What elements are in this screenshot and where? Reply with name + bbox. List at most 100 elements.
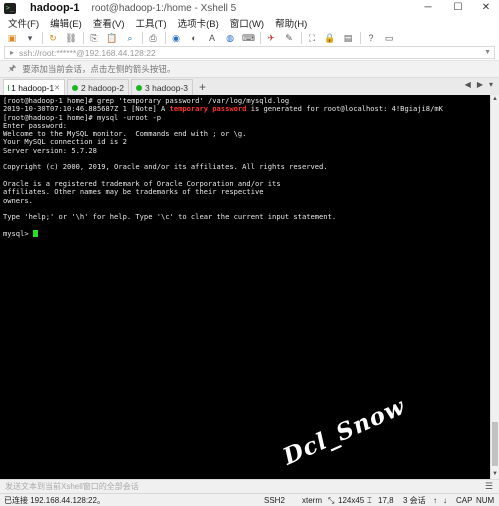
protocol-status: SSH2 [264, 496, 285, 505]
find-icon[interactable]: ⌕ [124, 32, 136, 44]
toolbar-separator [360, 32, 361, 44]
terminal-line: owners. [3, 195, 33, 205]
scroll-thumb[interactable] [492, 422, 498, 466]
session-arrow-icon[interactable]: ▸ [5, 48, 19, 57]
lock-icon[interactable]: 🔒 [324, 32, 336, 44]
status-dot-icon [136, 84, 142, 91]
properties-icon[interactable]: ◉ [170, 32, 182, 44]
font-icon[interactable]: A [206, 32, 218, 44]
compose-input[interactable]: 发送文本到当前Xshell窗口的全部会话 [5, 481, 139, 492]
title-bar: >_ hadoop-1 root@hadoop-1:/home - Xshell… [0, 0, 499, 16]
mysql-prompt-line[interactable]: mysql> [3, 228, 487, 238]
close-button[interactable]: ✕ [473, 0, 499, 16]
reconnect-icon[interactable]: ↻ [47, 32, 59, 44]
scroll-down-icon[interactable]: ▼ [491, 470, 499, 479]
window-title: hadoop-1 [30, 2, 80, 14]
resize-icon: ⤡ [328, 496, 335, 505]
toolbar-separator [260, 32, 261, 44]
menu-file[interactable]: 文件(F) [8, 16, 39, 30]
highlighted-text: temporary password [169, 104, 247, 114]
sessions-status: 3 会话 [403, 496, 426, 505]
pin-icon: 🖈 [8, 63, 17, 73]
tab-close-icon[interactable]: ✕ [54, 84, 60, 92]
tab-label: 1 hadoop-1 [11, 82, 55, 93]
num-lock-status: NUM [476, 496, 495, 505]
window-controls: ─ ☐ ✕ [413, 0, 499, 16]
terminal-cursor [32, 229, 38, 237]
disconnect-icon[interactable]: ⛓ [65, 32, 77, 44]
terminal-output[interactable]: [root@hadoop-1 home]# grep 'temporary pa… [0, 95, 490, 479]
menu-edit[interactable]: 编辑(E) [50, 16, 82, 30]
tab-next-icon[interactable]: ▶ [477, 80, 483, 89]
fullscreen-icon[interactable]: ⛶ [306, 32, 318, 44]
script-icon[interactable]: ✎ [283, 32, 295, 44]
toolbar-separator [42, 32, 43, 44]
menu-tools[interactable]: 工具(T) [135, 16, 166, 30]
menu-tab[interactable]: 选项卡(B) [178, 16, 219, 30]
menu-icon[interactable]: ☰ [485, 481, 493, 492]
copy-icon[interactable]: ⎘ [88, 32, 100, 44]
options-icon[interactable]: ▭ [383, 32, 395, 44]
minimize-button[interactable]: ─ [413, 0, 443, 16]
tab-bar: 1 hadoop-1 ✕ 2 hadoop-2 3 hadoop-3 + ◀ ▶… [0, 77, 499, 95]
terminal-line: Copyright (c) 2000, 2019, Oracle and/or … [3, 162, 328, 172]
info-text: 要添加当前会话，点击左侧的箭头按钮。 [22, 64, 176, 74]
tab-hadoop-2[interactable]: 2 hadoop-2 [67, 79, 129, 95]
terminal-size-status: 124x45 [338, 496, 365, 505]
toolbar-separator [301, 32, 302, 44]
menu-window[interactable]: 窗口(W) [230, 16, 264, 30]
compose-icon[interactable]: ▤ [342, 32, 354, 44]
menu-bar: 文件(F) 编辑(E) 查看(V) 工具(T) 选项卡(B) 窗口(W) 帮助(… [0, 16, 499, 30]
cursor-position-status: 17,8 [378, 496, 394, 505]
tab-navigation: ◀ ▶ ▾ [465, 80, 493, 89]
toolbar-separator [142, 32, 143, 44]
status-bar: 已连接 192.168.44.128:22。 SSH2 xterm ⤡ 124x… [0, 493, 499, 506]
caps-lock-status: CAP [456, 496, 473, 505]
scroll-up-icon[interactable]: ▲ [491, 95, 499, 104]
toolbar-separator [165, 32, 166, 44]
compose-bar[interactable]: 发送文本到当前Xshell窗口的全部会话 ☰ [0, 479, 499, 493]
color-scheme-icon[interactable]: ◐ [188, 32, 200, 44]
terminal-text: is generated for root@localhost: 4!Bgiaj… [246, 104, 443, 114]
upload-icon: ↑ [433, 496, 437, 505]
globe-icon[interactable]: ◍ [224, 32, 236, 44]
menu-view[interactable]: 查看(V) [93, 16, 125, 30]
mysql-prompt: mysql> [3, 228, 33, 238]
keyboard-icon[interactable]: ⌨ [242, 32, 255, 44]
terminal-line: Type 'help;' or '\h' for help. Type '\c'… [3, 212, 337, 222]
vertical-scrollbar[interactable]: ▲ ▼ [490, 95, 499, 479]
new-tab-icon[interactable]: + [199, 79, 206, 95]
menu-help[interactable]: 帮助(H) [275, 16, 307, 30]
tab-list-icon[interactable]: ▾ [489, 80, 493, 89]
address-bar[interactable]: ▸ ssh://root:******@192.168.44.128:22 ▼ [4, 46, 495, 59]
print-icon[interactable]: ⎙ [147, 32, 159, 44]
tab-label: 2 hadoop-2 [81, 82, 125, 93]
connection-status: 已连接 192.168.44.128:22。 [4, 496, 105, 505]
status-dot-icon [72, 84, 78, 91]
help-icon[interactable]: ? [365, 32, 377, 44]
info-bar: 🖈 要添加当前会话，点击左侧的箭头按钮。 [0, 60, 499, 77]
chevron-down-icon[interactable]: ▼ [484, 47, 491, 58]
tab-prev-icon[interactable]: ◀ [465, 80, 471, 89]
toolbar: ▣ ▾ ↻ ⛓ ⎘ 📋 ⌕ ⎙ ◉ ◐ A ◍ ⌨ ✈ ✎ ⛶ 🔒 ▤ ? ▭ [0, 30, 499, 46]
tab-hadoop-3[interactable]: 3 hadoop-3 [131, 79, 193, 95]
maximize-button[interactable]: ☐ [443, 0, 473, 16]
tab-hadoop-1[interactable]: 1 hadoop-1 ✕ [3, 79, 65, 95]
address-input[interactable]: ssh://root:******@192.168.44.128:22 [19, 48, 156, 58]
download-icon: ↓ [443, 496, 447, 505]
paste-icon[interactable]: 📋 [106, 32, 118, 44]
cursor-icon: ⌶ [367, 496, 372, 505]
new-session-icon[interactable]: ▣ [6, 32, 18, 44]
terminal-line: Server version: 5.7.28 [3, 145, 97, 155]
xftp-icon[interactable]: ✈ [265, 32, 277, 44]
watermark: Dcl_Snow [278, 392, 410, 471]
terminal-text: 2019-10-30T07:10:46.885687Z 1 [Note] A [3, 104, 170, 114]
open-session-icon[interactable]: ▾ [24, 32, 36, 44]
window-subtitle: root@hadoop-1:/home - Xshell 5 [91, 2, 237, 14]
terminal-line: affiliates. Other names may be trademark… [3, 187, 264, 197]
terminal-line: [root@hadoop-1 home]# mysql -uroot -p [3, 112, 162, 122]
tab-label: 3 hadoop-3 [145, 82, 189, 93]
terminal-type-status: xterm [302, 496, 322, 505]
toolbar-separator [83, 32, 84, 44]
